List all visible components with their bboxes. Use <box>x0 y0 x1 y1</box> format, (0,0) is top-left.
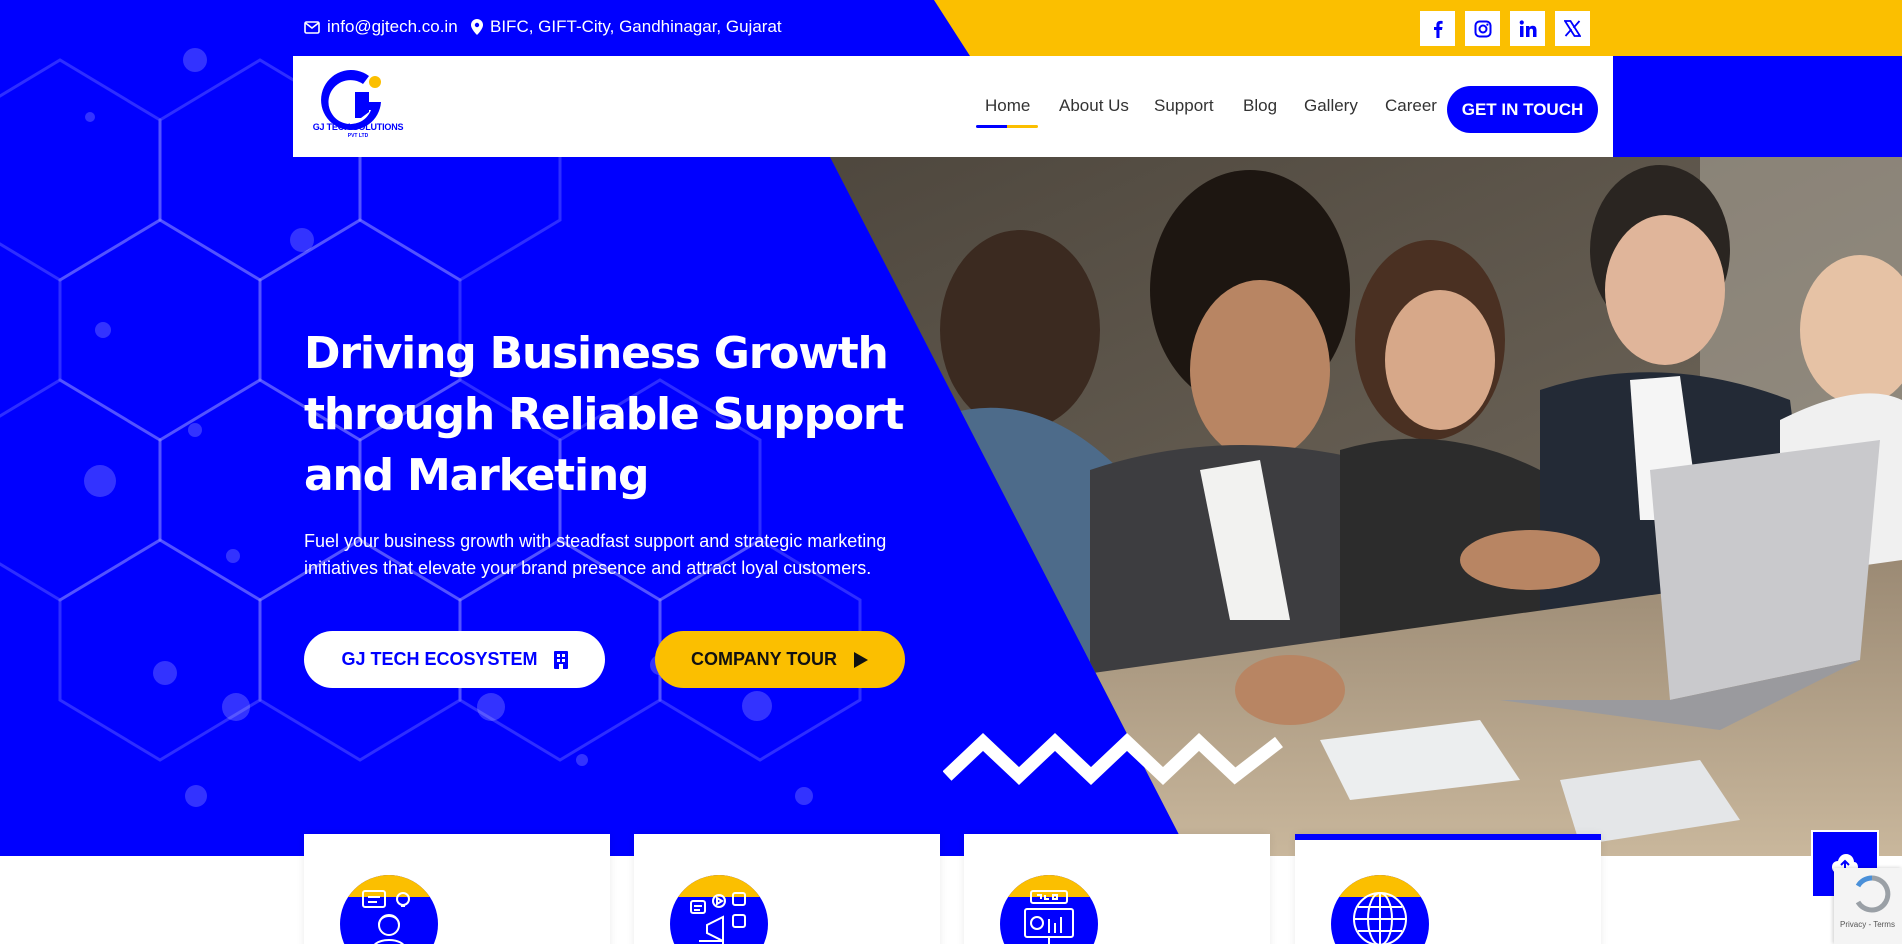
ecosystem-button-label: GJ TECH ECOSYSTEM <box>341 649 538 669</box>
get-in-touch-button[interactable]: GET IN TOUCH <box>1447 86 1598 133</box>
service-card-seo[interactable] <box>964 834 1270 944</box>
service-card-marketing[interactable] <box>634 834 940 944</box>
nav-item-about-us[interactable]: About Us <box>1059 96 1129 116</box>
envelope-icon <box>304 20 320 34</box>
facebook-icon <box>1433 20 1443 38</box>
card-icon-circle <box>1331 875 1429 944</box>
contact-address-text: BIFC, GIFT-City, Gandhinagar, Gujarat <box>490 17 782 36</box>
recaptcha-icon <box>1855 875 1891 913</box>
x-twitter-link[interactable] <box>1555 11 1590 46</box>
nav-item-gallery[interactable]: Gallery <box>1304 96 1358 116</box>
seo-icon <box>1024 890 1074 944</box>
logo-subtext: PVT LTD <box>347 133 369 139</box>
service-card-web[interactable] <box>1295 834 1601 944</box>
nav-item-home[interactable]: Home <box>985 96 1030 116</box>
company-tour-button[interactable]: COMPANY TOUR <box>655 631 905 688</box>
hero-title: Driving Business Growth through Reliable… <box>304 328 904 501</box>
recaptcha-privacy-terms[interactable]: Privacy - Terms <box>1840 920 1895 929</box>
contact-email-text: info@gjtech.co.in <box>327 17 458 36</box>
x-twitter-icon <box>1564 20 1581 37</box>
zigzag-decoration <box>943 733 1283 785</box>
main-navbar: GJ TECH SOLUTIONS PVT LTD Home About Us … <box>293 56 1613 157</box>
recaptcha-badge[interactable]: Privacy - Terms <box>1834 868 1902 944</box>
linkedin-icon <box>1519 20 1536 37</box>
card-icon-circle <box>670 875 768 944</box>
nav-active-underline <box>976 125 1038 128</box>
company-tour-label: COMPANY TOUR <box>690 649 837 669</box>
hero-subtitle: Fuel your business growth with steadfast… <box>304 531 887 578</box>
nav-item-support[interactable]: Support <box>1154 96 1214 116</box>
play-icon <box>854 651 868 668</box>
map-pin-icon <box>471 19 483 35</box>
service-card-support[interactable] <box>304 834 610 944</box>
logo-text: GJ TECH SOLUTIONS <box>312 122 404 132</box>
customer-support-icon <box>362 890 410 944</box>
nav-item-blog[interactable]: Blog <box>1243 96 1277 116</box>
gj-tech-ecosystem-button[interactable]: GJ TECH ECOSYSTEM <box>304 631 605 688</box>
contact-address: BIFC, GIFT-City, Gandhinagar, Gujarat <box>471 17 782 37</box>
digital-marketing-icon <box>690 892 746 944</box>
instagram-link[interactable] <box>1465 11 1500 46</box>
nav-item-career[interactable]: Career <box>1385 96 1437 116</box>
social-links <box>1420 11 1590 46</box>
building-icon <box>553 650 568 669</box>
instagram-icon <box>1474 20 1491 37</box>
card-icon-circle <box>1000 875 1098 944</box>
contact-email[interactable]: info@gjtech.co.in <box>304 17 458 37</box>
linkedin-link[interactable] <box>1510 11 1545 46</box>
card-icon-circle <box>340 875 438 944</box>
facebook-link[interactable] <box>1420 11 1455 46</box>
web-globe-icon <box>1353 892 1407 944</box>
